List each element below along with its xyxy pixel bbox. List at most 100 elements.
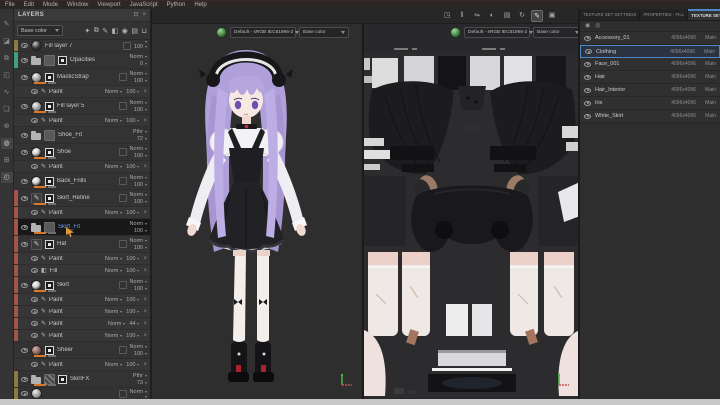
opacity-dropdown[interactable]: 100 xyxy=(126,210,140,216)
blend-mode-dropdown[interactable]: Norm xyxy=(130,279,147,285)
tab-texture-set-list[interactable]: TEXTURE SET LIST xyxy=(688,9,720,20)
remove-effect-icon[interactable]: × xyxy=(143,331,147,341)
smudge-tool-icon[interactable]: ∿ xyxy=(1,87,13,98)
material-picker-tool-icon[interactable]: ⊕ xyxy=(1,121,13,132)
layer-row[interactable]: ◧ Fill Norm 100 × xyxy=(14,265,150,277)
remove-effect-icon[interactable]: × xyxy=(143,295,147,305)
opacity-dropdown[interactable]: 100 xyxy=(126,309,140,315)
environment-icon[interactable]: ◐ xyxy=(486,10,498,22)
add-paint-layer-icon[interactable]: ✎ xyxy=(102,27,108,35)
blend-mode-dropdown[interactable]: Norm xyxy=(105,297,123,303)
menu-file[interactable]: File xyxy=(5,1,15,10)
opacity-dropdown[interactable]: 100 xyxy=(134,286,147,292)
remove-effect-icon[interactable]: × xyxy=(143,208,147,218)
visibility-eye-icon[interactable] xyxy=(21,282,28,288)
blend-mode-dropdown[interactable]: Norm xyxy=(108,321,126,327)
menu-viewport[interactable]: Viewport xyxy=(97,1,120,10)
add-stencil-icon[interactable]: ⧉ xyxy=(94,27,99,35)
remove-effect-icon[interactable]: × xyxy=(143,319,147,329)
quick-mask-tool-icon[interactable]: ⊞ xyxy=(1,155,13,166)
layer-row[interactable]: Skirt_Fit Norm 100 xyxy=(14,219,150,237)
visibility-eye-icon[interactable] xyxy=(21,57,28,63)
visibility-eye-icon[interactable] xyxy=(584,87,591,93)
layer-row[interactable]: Back_Frills Norm 100 xyxy=(14,173,150,190)
layer-row[interactable]: ✎ Paint Norm 100 × xyxy=(14,207,150,219)
blend-mode-dropdown[interactable]: Norm xyxy=(105,309,123,315)
opacity-dropdown[interactable]: 100 xyxy=(126,297,140,303)
texture-set-row[interactable]: Hair_Interior 4096x4096 Main xyxy=(580,84,720,97)
visibility-eye-icon[interactable] xyxy=(21,195,28,201)
opacity-dropdown[interactable]: 100 xyxy=(134,107,147,113)
blend-mode-dropdown[interactable]: Norm xyxy=(130,221,147,227)
layer-row[interactable]: ✎ Paint Norm 44 × xyxy=(14,318,150,330)
visibility-eye-icon[interactable] xyxy=(31,321,38,326)
visibility-eye-icon[interactable] xyxy=(584,61,591,67)
opacity-dropdown[interactable]: 44 xyxy=(129,321,140,327)
menu-mode[interactable]: Mode xyxy=(43,1,58,10)
channel-selector-dropdown[interactable]: Base color xyxy=(17,25,63,36)
show-all-sets-icon[interactable]: ◉ xyxy=(585,21,590,32)
layer-row[interactable]: ✎ Paint Norm 100 × xyxy=(14,359,150,371)
blend-mode-dropdown[interactable] xyxy=(143,41,147,43)
symmetry-icon[interactable]: ⇋ xyxy=(471,10,483,22)
visibility-eye-icon[interactable] xyxy=(31,256,38,261)
visibility-eye-icon[interactable] xyxy=(585,49,592,54)
opacity-dropdown[interactable]: 72 xyxy=(137,136,147,142)
opacity-dropdown[interactable]: 100 xyxy=(126,256,140,262)
visibility-eye-icon[interactable] xyxy=(21,178,28,184)
visibility-eye-icon[interactable] xyxy=(584,74,591,80)
blend-mode-dropdown[interactable]: Norm xyxy=(130,54,147,60)
pause-engine-icon[interactable]: ‖ xyxy=(456,10,468,22)
layer-row[interactable]: Skirt Norm 100 xyxy=(14,277,150,294)
blend-mode-dropdown[interactable]: Norm xyxy=(105,268,123,274)
blend-mode-dropdown[interactable]: Norm xyxy=(105,333,123,339)
visibility-eye-icon[interactable] xyxy=(21,376,28,382)
visibility-eye-icon[interactable] xyxy=(31,118,38,123)
texture-set-row[interactable]: Hair 4096x4096 Main xyxy=(580,71,720,84)
layer-row[interactable]: ✎ Paint Norm 100 × xyxy=(14,86,150,98)
menu-edit[interactable]: Edit xyxy=(24,1,34,10)
opacity-dropdown[interactable]: 100 xyxy=(134,182,147,188)
visibility-eye-icon[interactable] xyxy=(21,103,28,109)
isolate-set-icon[interactable]: ◎ xyxy=(595,21,600,32)
close-panel-icon[interactable]: × xyxy=(142,9,146,22)
layer-row[interactable]: ✎ Paint Norm 100 × xyxy=(14,330,150,342)
visibility-eye-icon[interactable] xyxy=(21,74,28,80)
remove-effect-icon[interactable]: × xyxy=(143,266,147,276)
remove-effect-icon[interactable]: × xyxy=(143,116,147,126)
layer-row[interactable]: ✎ Paint Norm 100 × xyxy=(14,294,150,306)
add-effect-icon[interactable]: ✦ xyxy=(84,27,90,35)
blend-mode-dropdown[interactable]: Norm xyxy=(105,118,123,124)
layer-row[interactable]: Shoe_Fit Pthr 72 xyxy=(14,127,150,144)
layer-row[interactable]: ✎ Paint Norm 100 × xyxy=(14,161,150,173)
remove-effect-icon[interactable]: × xyxy=(143,254,147,264)
blend-mode-dropdown[interactable]: Norm xyxy=(130,100,147,106)
opacity-dropdown[interactable]: 100 xyxy=(126,164,140,170)
visibility-eye-icon[interactable] xyxy=(31,309,38,314)
visibility-eye-icon[interactable] xyxy=(21,347,28,353)
texture-set-row[interactable]: Accessory_01 4096x4096 Main xyxy=(580,32,720,45)
paint-tool-icon[interactable]: ✎ xyxy=(1,19,13,30)
layer-row[interactable]: Fill layer 5 Norm 100 xyxy=(14,98,150,115)
menu-python[interactable]: Python xyxy=(167,1,186,10)
visibility-eye-icon[interactable] xyxy=(21,43,28,48)
layer-row[interactable]: Opacities Norm 0 xyxy=(14,52,150,69)
visibility-eye-icon[interactable] xyxy=(31,362,38,367)
opacity-dropdown[interactable]: 100 xyxy=(134,245,147,251)
paint-mode-icon[interactable]: ✎ xyxy=(531,10,543,22)
blend-mode-dropdown[interactable]: Norm xyxy=(105,256,123,262)
opacity-dropdown[interactable] xyxy=(143,396,147,398)
blend-mode-dropdown[interactable]: Pthr xyxy=(133,373,147,379)
add-group-icon[interactable]: ▤ xyxy=(131,27,138,35)
colorspace-dropdown-3d[interactable]: Default - sRGB IEC61966-2 xyxy=(230,27,300,38)
opacity-dropdown[interactable]: 100 xyxy=(134,351,147,357)
opacity-dropdown[interactable]: 73 xyxy=(137,380,147,386)
opacity-dropdown[interactable]: 100 xyxy=(134,228,147,234)
visibility-eye-icon[interactable] xyxy=(21,132,28,138)
polygon-fill-tool-icon[interactable]: ◰ xyxy=(1,70,13,81)
visibility-eye-icon[interactable] xyxy=(584,100,591,106)
layer-row[interactable]: Fill layer 7 100 xyxy=(14,40,150,52)
visibility-eye-icon[interactable] xyxy=(584,113,591,119)
blend-mode-dropdown[interactable]: Norm xyxy=(130,238,147,244)
visibility-eye-icon[interactable] xyxy=(31,89,38,94)
